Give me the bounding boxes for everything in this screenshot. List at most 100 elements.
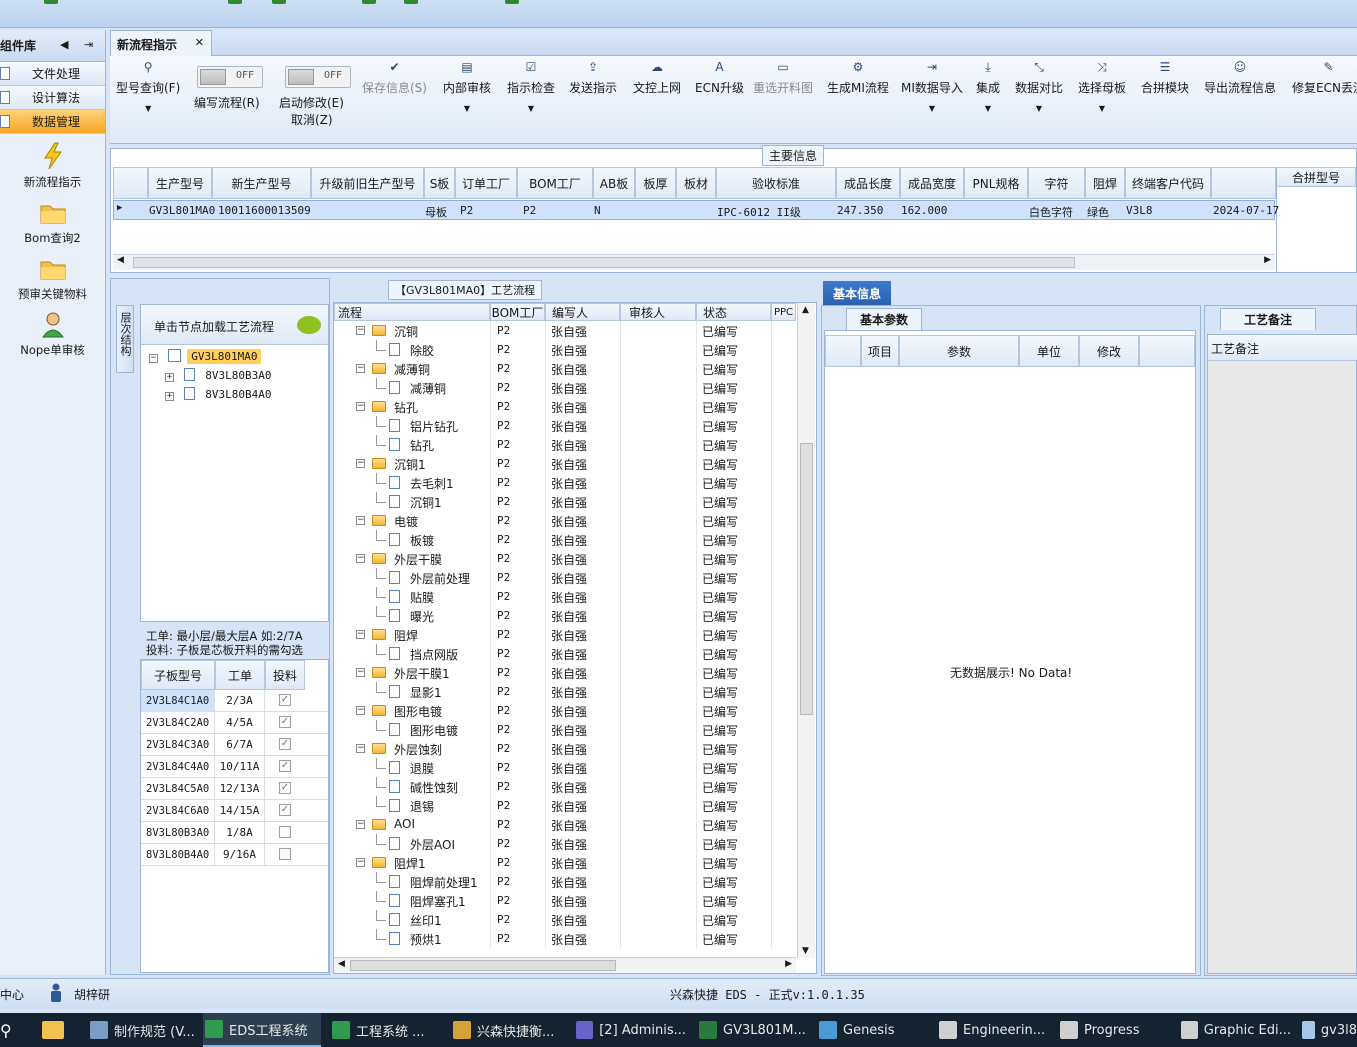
col-header[interactable]: 升级前旧生产型号 xyxy=(311,167,424,199)
process-row[interactable]: 阻焊塞孔1 P2 张自强 已编写 xyxy=(334,891,796,910)
collapse-icon[interactable]: − xyxy=(356,820,365,829)
col-header[interactable]: 编写人 xyxy=(545,303,620,321)
tab-new-flow[interactable]: 新流程指示 ✕ xyxy=(110,30,212,57)
sidebar-item-bom-query[interactable]: Bom查询2 xyxy=(0,198,105,246)
process-row[interactable]: 曝光 P2 张自强 已编写 xyxy=(334,606,796,625)
select-mother-board-button[interactable]: ⤨ 选择母板 ▼ xyxy=(1078,60,1126,114)
tab-basic-info[interactable]: 基本信息 xyxy=(823,281,891,305)
sidebar-category-design[interactable]: 设计算法 xyxy=(0,86,105,110)
process-row[interactable]: − 沉铜 P2 张自强 已编写 xyxy=(334,321,796,340)
col-header[interactable]: 状态 xyxy=(696,303,771,321)
feed-checkbox[interactable]: ✓ xyxy=(279,804,291,816)
process-row[interactable]: 贴膜 P2 张自强 已编写 xyxy=(334,587,796,606)
chevron-down-icon[interactable]: ▼ xyxy=(145,104,151,113)
col-header[interactable]: 单位 xyxy=(1019,335,1079,367)
tab-remark[interactable]: 工艺备注 xyxy=(1220,308,1316,330)
process-row[interactable]: 去毛刺1 P2 张自强 已编写 xyxy=(334,473,796,492)
collapse-icon[interactable]: − xyxy=(356,516,365,525)
col-header[interactable]: 字符 xyxy=(1028,167,1085,199)
horizontal-scrollbar[interactable]: ◀ ▶ xyxy=(113,254,1275,270)
tree-node[interactable]: + 8V3L80B3A0 xyxy=(165,368,271,382)
fix-ecn-button[interactable]: ✎ 修复ECN丢流 xyxy=(1292,60,1357,96)
feed-checkbox[interactable] xyxy=(279,826,291,838)
table-row[interactable]: 8V3L80B4A0 9/16A xyxy=(141,844,328,866)
col-header[interactable]: 工单 xyxy=(215,660,265,690)
instruction-check-button[interactable]: ☑ 指示检查 ▼ xyxy=(507,60,555,113)
process-row[interactable]: − 外层干膜 P2 张自强 已编写 xyxy=(334,549,796,568)
collapse-icon[interactable]: − xyxy=(356,668,365,677)
collapse-icon[interactable]: − xyxy=(356,744,365,753)
feed-checkbox[interactable]: ✓ xyxy=(279,716,291,728)
process-row[interactable]: 退膜 P2 张自强 已编写 xyxy=(334,758,796,777)
process-row[interactable]: 显影1 P2 张自强 已编写 xyxy=(334,682,796,701)
save-info-button[interactable]: ✔ 保存信息(S) xyxy=(362,60,427,96)
tree-node[interactable]: + 8V3L80B4A0 xyxy=(165,387,271,401)
start-modify-toggle[interactable]: OFF xyxy=(285,66,351,88)
table-row[interactable]: 2V3L84C6A0 14/15A ✓ xyxy=(141,800,328,822)
chevron-down-icon[interactable]: ▼ xyxy=(464,104,470,113)
col-header[interactable]: 项目 xyxy=(861,335,899,367)
feed-checkbox[interactable]: ✓ xyxy=(279,694,291,706)
collapse-icon[interactable]: − xyxy=(356,326,365,335)
taskbar-app[interactable]: GV3L801M... xyxy=(697,1013,807,1047)
process-row[interactable]: 钻孔 P2 张自强 已编写 xyxy=(334,435,796,454)
process-row[interactable]: 外层AOI P2 张自强 已编写 xyxy=(334,834,796,853)
scroll-right-icon[interactable]: ▶ xyxy=(785,959,792,969)
process-row[interactable]: − 外层干膜1 P2 张自强 已编写 xyxy=(334,663,796,682)
table-row[interactable]: 2V3L84C4A0 10/11A ✓ xyxy=(141,756,328,778)
table-row[interactable]: 8V3L80B3A0 1/8A xyxy=(141,822,328,844)
cancel-button[interactable]: 取消(Z) xyxy=(291,111,333,128)
col-header[interactable]: AB板 xyxy=(593,167,635,199)
col-header[interactable]: 审核人 xyxy=(620,303,696,321)
process-row[interactable]: 预烘1 P2 张自强 已编写 xyxy=(334,929,796,948)
horizontal-scrollbar[interactable]: ◀ ▶ xyxy=(334,957,796,973)
col-header[interactable]: BOM工厂 xyxy=(517,167,593,199)
chevron-down-icon[interactable]: ▼ xyxy=(1099,104,1105,113)
col-header[interactable]: 成品长度 xyxy=(836,167,900,199)
tab-basic-params[interactable]: 基本参数 xyxy=(846,308,922,330)
collapse-icon[interactable]: − xyxy=(356,459,365,468)
process-row[interactable]: − 阻焊1 P2 张自强 已编写 xyxy=(334,853,796,872)
feed-checkbox[interactable]: ✓ xyxy=(279,738,291,750)
col-header[interactable]: BOM工厂 xyxy=(490,303,545,321)
export-flow-info-button[interactable]: ☺ 导出流程信息 xyxy=(1204,60,1276,96)
process-row[interactable]: 外层前处理 P2 张自强 已编写 xyxy=(334,568,796,587)
search-icon[interactable]: ⚲ xyxy=(0,1021,12,1040)
mi-data-import-button[interactable]: ⇥ MI数据导入 ▼ xyxy=(901,60,963,113)
chevron-down-icon[interactable]: ▼ xyxy=(929,104,935,113)
col-header[interactable]: 板材 xyxy=(676,167,716,199)
col-header-date[interactable] xyxy=(1211,167,1276,199)
collapse-icon[interactable]: − xyxy=(356,554,365,563)
collapse-icon[interactable]: − xyxy=(356,630,365,639)
merge-module-button[interactable]: ☰ 合拼模块 xyxy=(1141,60,1189,96)
process-row[interactable]: − 减薄铜 P2 张自强 已编写 xyxy=(334,359,796,378)
col-header[interactable]: 成品宽度 xyxy=(900,167,964,199)
process-row[interactable]: − 图形电镀 P2 张自强 已编写 xyxy=(334,701,796,720)
process-row[interactable]: 除胶 P2 张自强 已编写 xyxy=(334,340,796,359)
table-row[interactable]: 2V3L84C3A0 6/7A ✓ xyxy=(141,734,328,756)
taskbar-app[interactable]: Progress xyxy=(1058,1013,1170,1047)
data-compare-button[interactable]: ⤡ 数据对比 ▼ xyxy=(1015,60,1063,114)
col-header[interactable]: 订单工厂 xyxy=(455,167,517,199)
scrollbar-thumb[interactable] xyxy=(350,960,616,971)
feed-checkbox[interactable]: ✓ xyxy=(279,760,291,772)
process-row[interactable]: 图形电镀 P2 张自强 已编写 xyxy=(334,720,796,739)
taskbar-app[interactable]: 兴森快捷衡... xyxy=(451,1013,565,1047)
process-row[interactable]: − 外层蚀刻 P2 张自强 已编写 xyxy=(334,739,796,758)
process-row[interactable]: 阻焊前处理1 P2 张自强 已编写 xyxy=(334,872,796,891)
col-header[interactable]: 板厚 xyxy=(635,167,676,199)
generate-mi-flow-button[interactable]: ⚙ 生成MI流程 xyxy=(827,60,889,96)
tree-node[interactable]: − GV3L801MA0 xyxy=(149,349,262,364)
table-row[interactable]: 2V3L84C1A0 2/3A ✓ xyxy=(141,690,328,712)
process-row[interactable]: 挡点网版 P2 张自强 已编写 xyxy=(334,644,796,663)
feed-checkbox[interactable] xyxy=(279,848,291,860)
scrollbar-thumb[interactable] xyxy=(133,257,1075,268)
col-header[interactable]: PNL规格 xyxy=(964,167,1028,199)
collapse-icon[interactable]: − xyxy=(356,706,365,715)
col-header[interactable]: 生产型号 xyxy=(148,167,212,199)
scroll-right-icon[interactable]: ▶ xyxy=(1264,255,1271,265)
taskbar-app[interactable]: Engineerin... xyxy=(937,1013,1049,1047)
vertical-scrollbar[interactable]: ▲ ▼ xyxy=(797,303,815,958)
process-row[interactable]: − 沉铜1 P2 张自强 已编写 xyxy=(334,454,796,473)
scroll-left-icon[interactable]: ◀ xyxy=(338,959,345,969)
